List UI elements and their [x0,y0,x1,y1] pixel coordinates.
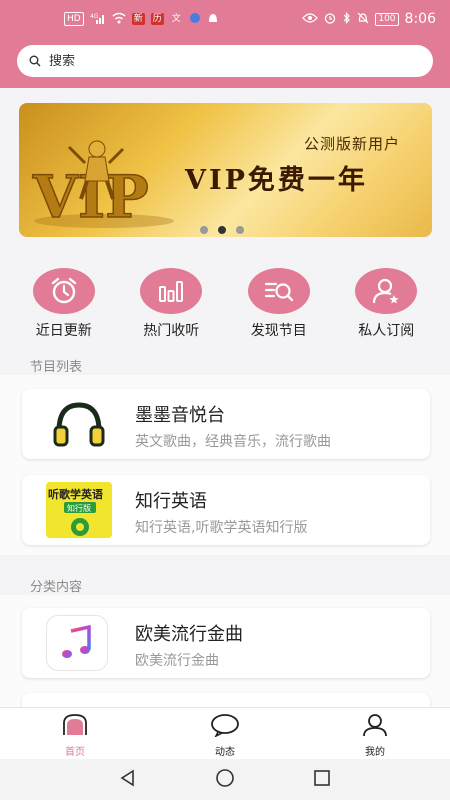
quick-nav-popular[interactable]: 热门收听 [126,268,216,340]
bottom-tab-bar: 首页 动态 我的 [0,707,450,759]
vip-trophy-icon: VIP [31,140,174,229]
pager-dot[interactable] [236,226,244,234]
app-badge-icon: 新 [131,13,145,25]
tab-label: 首页 [65,747,85,758]
pager-dot-active[interactable] [218,226,226,234]
home-icon [61,713,89,741]
eye-icon [302,12,319,27]
program-desc: 知行英语,听歌学英语知行版 [135,520,308,536]
notification-icon [189,12,201,27]
banner-tag: 公测版新用户 [304,135,401,153]
list-search-icon [247,268,310,314]
mute-bell-icon [357,12,369,27]
alarm-icon [324,12,336,27]
pager-dot[interactable] [200,226,208,234]
tab-profile[interactable]: 我的 [300,708,450,759]
tab-feed[interactable]: 动态 [150,708,300,759]
search-icon [29,52,41,71]
quick-nav-discover[interactable]: 发现节目 [234,268,324,340]
network-type-label: 4G [90,13,99,20]
profile-icon [361,713,389,741]
category-card[interactable]: 欧美流行金曲 欧美流行金曲 [22,608,430,678]
home-circle-icon[interactable] [215,768,235,792]
bar-chart-icon [140,268,203,314]
alarm-clock-icon [32,268,95,314]
tab-label: 动态 [215,747,235,758]
cover-subtitle: 知行版 [67,503,91,513]
book-cover-icon: 听歌学英语知行版 [46,482,112,538]
category-item-title: 欧美流行金曲 [135,624,243,645]
quick-nav-recent[interactable]: 近日更新 [19,268,109,340]
quick-nav-label: 热门收听 [143,323,200,339]
category-title: 分类内容 [30,580,83,595]
app-badge-icon: 文 [171,14,181,24]
program-card[interactable]: 墨墨音悦台 英文歌曲，经典音乐，流行歌曲 [22,389,430,459]
user-star-icon [355,268,418,314]
header: HD 4G 新 历 文 100 8:06 搜索 [0,0,450,88]
app-badge-icon: 历 [150,13,164,25]
quick-nav-label: 发现节目 [250,323,307,339]
system-nav-bar [0,759,450,800]
signal-icon: 4G [90,12,106,27]
program-title: 知行英语 [135,491,207,512]
quick-nav-label: 私人订阅 [358,323,415,339]
banner-pager [200,226,244,234]
headphones-icon [46,396,112,452]
search-bar[interactable] [17,45,433,77]
quick-nav-label: 近日更新 [35,323,92,339]
wifi-icon [112,12,126,27]
program-card[interactable]: 听歌学英语知行版 知行英语 知行英语,听歌学英语知行版 [22,475,430,545]
banner-headline: VIP免费一年 [185,165,368,196]
category-item-desc: 欧美流行金曲 [135,653,219,669]
bell-app-icon [207,12,219,27]
tab-label: 我的 [365,747,385,758]
recents-icon[interactable] [313,769,331,791]
program-title: 墨墨音悦台 [135,405,225,426]
quick-nav: 近日更新 热门收听 发现节目 私人订阅 [0,268,450,340]
chat-icon [210,713,240,741]
bluetooth-icon [342,11,351,27]
status-bar: HD 4G 新 历 文 100 8:06 [0,0,450,38]
hd-indicator: HD [64,12,84,26]
back-icon[interactable] [119,769,137,791]
quick-nav-subscribe[interactable]: 私人订阅 [341,268,431,340]
program-list-title: 节目列表 [30,360,83,375]
clock-time: 8:06 [404,11,436,27]
promo-banner[interactable]: VIP 公测版新用户 VIP免费一年 [19,103,432,237]
music-note-icon [46,615,108,671]
program-desc: 英文歌曲，经典音乐，流行歌曲 [135,434,331,450]
search-input[interactable] [49,53,389,69]
battery-icon: 100 [375,12,399,26]
cover-title: 听歌学英语 [48,487,103,501]
tab-home[interactable]: 首页 [0,708,150,759]
